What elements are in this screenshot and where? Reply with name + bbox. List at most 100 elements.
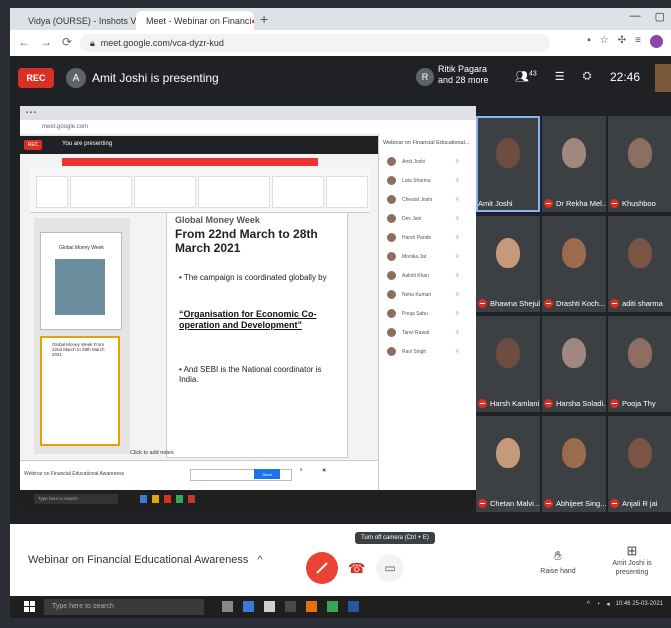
participant-tile[interactable]: Bhawna Shejul bbox=[476, 216, 540, 312]
shared-person-row: Harsh Pande ⚲ bbox=[379, 228, 477, 247]
shared-person-row: Monika Jat ⚲ bbox=[379, 247, 477, 266]
participant-tile[interactable]: Pooja Thy bbox=[608, 316, 671, 412]
chrome-icon[interactable] bbox=[327, 601, 338, 612]
avatar bbox=[387, 252, 396, 261]
meeting-details-button[interactable]: Webinar on Financial Educational Awarene… bbox=[28, 554, 263, 566]
presenting-label: Amit Joshi is presenting bbox=[612, 560, 652, 576]
shared-people-list: Amit Joshi ⚲ Lata Sharma ⚲ Chestal Joshi ⚲ Dev… bbox=[379, 152, 477, 361]
browser-tab-meet[interactable]: Meet - Webinar on Financi ● ✕ bbox=[136, 11, 254, 30]
windows-start-icon[interactable] bbox=[24, 601, 35, 612]
url-field[interactable]: 🔒︎ meet.google.com/vca-dyzr-kud bbox=[80, 34, 550, 52]
browser-tab-vidya[interactable]: Vidya (OURSE) - Inshots Vide ✕ bbox=[18, 11, 136, 30]
slide-thumbnail-2[interactable]: Global Money Week From 22nd March to 28t… bbox=[40, 336, 120, 446]
app-icon bbox=[176, 495, 183, 503]
firefox-icon[interactable] bbox=[306, 601, 317, 612]
shared-people-panel: Webinar on Financial Educational... Amit… bbox=[378, 134, 477, 490]
mic-off-icon bbox=[610, 499, 619, 508]
forward-icon[interactable]: → bbox=[40, 35, 52, 49]
profile-avatar[interactable] bbox=[650, 35, 663, 48]
new-tab-icon[interactable]: + bbox=[260, 11, 268, 27]
shared-browser-tabs: ▪ ▪ ▪ bbox=[20, 106, 476, 120]
shared-meet-bottom: Webinar on Financial Educational Awarene… bbox=[20, 460, 378, 491]
shared-taskbar: Type here to search bbox=[20, 490, 476, 508]
participant-label: aditi sharma bbox=[610, 299, 663, 308]
tab-label: Vidya (OURSE) - Inshots Vide bbox=[28, 15, 136, 26]
participant-tile[interactable]: aditi sharma bbox=[608, 216, 671, 312]
ribbon-group bbox=[326, 176, 368, 208]
window-controls: — ▢ bbox=[630, 10, 665, 23]
participant-tile[interactable]: Khushboo bbox=[608, 116, 671, 212]
avatar bbox=[387, 347, 396, 356]
activities-icon[interactable]: ⛭ bbox=[583, 70, 592, 83]
presenter-avatar: A bbox=[66, 68, 86, 88]
mic-off-button[interactable] bbox=[306, 552, 338, 584]
thumb-title: Global Money Week bbox=[59, 245, 104, 251]
volume-icon[interactable]: ◂ bbox=[606, 600, 610, 608]
participant-video bbox=[496, 338, 520, 368]
shared-person-row: Aakriti Khan ⚲ bbox=[379, 266, 477, 285]
shared-person-name: Dev Jain bbox=[402, 215, 422, 222]
mic-off-icon bbox=[610, 199, 619, 208]
tray-arrow-icon[interactable]: ^ bbox=[587, 601, 590, 608]
store-icon[interactable] bbox=[285, 601, 296, 612]
thumb-image bbox=[55, 259, 105, 315]
hand-icon: ✋︎ bbox=[554, 548, 562, 563]
puzzle-icon[interactable]: ✣ bbox=[618, 35, 626, 48]
mic-icon: ⚲ bbox=[455, 234, 459, 241]
maximize-icon[interactable]: ▢ bbox=[655, 10, 665, 23]
slide-thumbnail-1[interactable]: Global Money Week bbox=[40, 232, 122, 330]
shared-person-name: Tanvi Rawat bbox=[402, 329, 430, 336]
raise-hand-label: Raise hand bbox=[540, 568, 576, 575]
participant-tile[interactable]: Dr Rekha Mel... bbox=[542, 116, 606, 212]
minimize-icon[interactable]: — bbox=[630, 10, 641, 23]
camera-button[interactable]: ▭ bbox=[376, 554, 404, 582]
avatar bbox=[387, 233, 396, 242]
shared-person-row: Amit Joshi ⚲ bbox=[379, 152, 477, 171]
nav-buttons: ← → ⟳ bbox=[18, 35, 72, 49]
cast-icon[interactable]: ▪ bbox=[587, 35, 591, 48]
participant-video bbox=[562, 238, 586, 268]
presenting-button[interactable]: ⊞ Amit Joshi is presenting bbox=[606, 544, 658, 577]
participant-name: Abhijeet Sing... bbox=[556, 499, 606, 508]
participant-tile[interactable]: Chetan Malvi... bbox=[476, 416, 540, 512]
meeting-clock: 22:46 bbox=[610, 70, 641, 84]
mic-off-icon bbox=[478, 299, 487, 308]
chat-icon[interactable]: ☰ bbox=[555, 70, 565, 83]
shared-person-row: Pooja Sahu ⚲ bbox=[379, 304, 477, 323]
avatar bbox=[387, 290, 396, 299]
star-icon[interactable]: ☆ bbox=[600, 35, 609, 48]
back-icon[interactable]: ← bbox=[18, 35, 30, 49]
participant-tile[interactable]: Anjali R jai bbox=[608, 416, 671, 512]
participant-tile[interactable]: Harsh Kamlani bbox=[476, 316, 540, 412]
participant-name: Chetan Malvi... bbox=[490, 499, 540, 508]
participant-name: Bhawna Shejul bbox=[490, 299, 540, 308]
presenting-status: Amit Joshi is presenting bbox=[92, 71, 219, 85]
participant-video bbox=[496, 138, 520, 168]
raise-hand-button[interactable]: ✋︎ Raise hand bbox=[538, 548, 578, 575]
task-view-icon[interactable] bbox=[222, 601, 233, 612]
participant-name: Amit Joshi bbox=[478, 199, 513, 208]
taskbar-search[interactable]: Type here to search bbox=[44, 599, 204, 615]
chevron-up-icon: ^ bbox=[257, 554, 263, 566]
shared-person-name: Aakriti Khan bbox=[402, 272, 429, 279]
extension-icons: ▪ ☆ ✣ ≡ bbox=[587, 35, 663, 48]
participant-tile[interactable]: Harsha Soladi... bbox=[542, 316, 606, 412]
menu-icon[interactable]: ≡ bbox=[635, 35, 641, 48]
shared-meeting-name: Webinar on Financial Educational Awarene… bbox=[24, 471, 125, 477]
participant-tile[interactable]: Amit Joshi bbox=[476, 116, 540, 212]
people-icon[interactable]: 👥︎43 bbox=[515, 70, 537, 83]
reload-icon[interactable]: ⟳ bbox=[62, 35, 72, 49]
participant-video bbox=[628, 338, 652, 368]
network-icon[interactable]: ◔ bbox=[596, 601, 600, 608]
ppt-title-bar bbox=[62, 158, 318, 166]
shared-person-row: Neha Kumari ⚲ bbox=[379, 285, 477, 304]
mic-icon: ⚲ bbox=[455, 310, 459, 317]
end-call-icon[interactable]: ☎︎ bbox=[348, 560, 365, 577]
recording-badge: REC bbox=[18, 68, 54, 88]
shared-taskbar-search: Type here to search bbox=[34, 494, 118, 504]
word-icon[interactable] bbox=[348, 601, 359, 612]
participant-tile[interactable]: Abhijeet Sing... bbox=[542, 416, 606, 512]
edge-icon[interactable] bbox=[243, 601, 254, 612]
participant-tile[interactable]: Drashti Koch... bbox=[542, 216, 606, 312]
file-explorer-icon[interactable] bbox=[264, 601, 275, 612]
